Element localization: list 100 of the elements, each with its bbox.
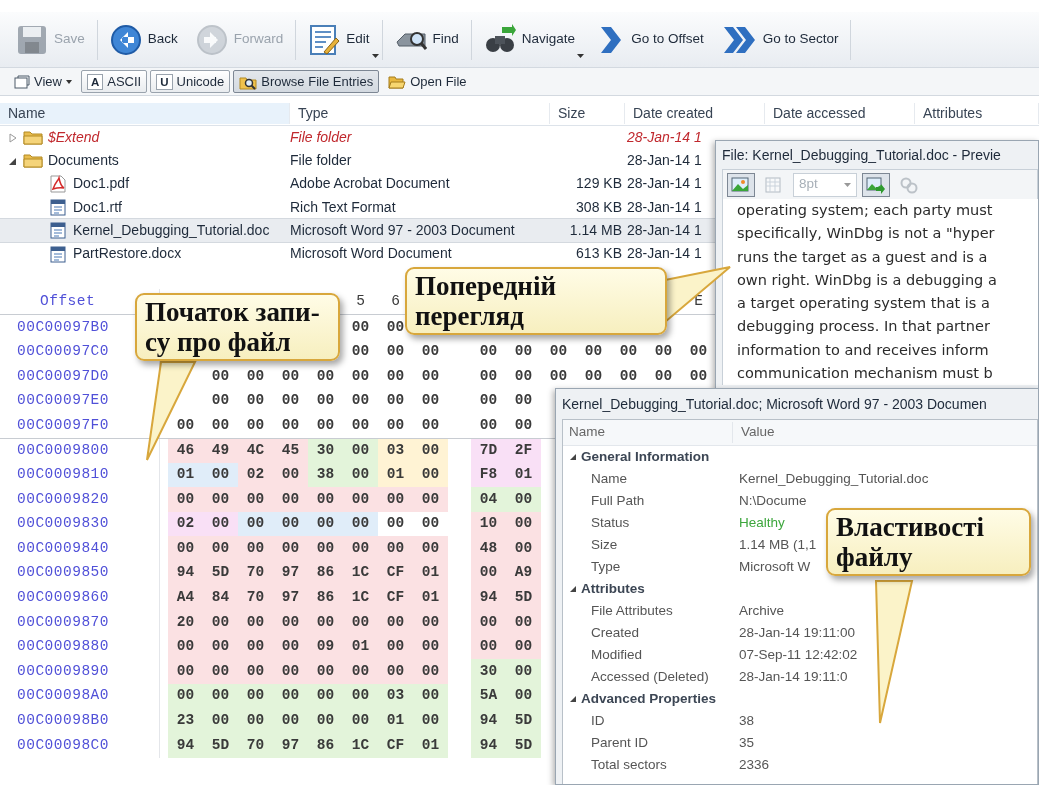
- hex-byte: 97: [273, 733, 308, 758]
- document-icon: [48, 198, 68, 217]
- hex-byte: 70: [238, 733, 273, 758]
- file-type: File folder: [290, 129, 352, 146]
- file-size: 308 KB: [576, 198, 622, 215]
- offset-label: 00C0009800: [17, 441, 109, 460]
- hex-byte: 84: [203, 585, 238, 611]
- text-line: a target operating system that is a: [737, 294, 991, 314]
- toggle-button[interactable]: A ASCII: [80, 69, 148, 94]
- toolbar-button[interactable]: Back: [103, 19, 184, 60]
- hex-byte: 00: [168, 659, 203, 685]
- callout: Початок запи- су про файл: [135, 293, 340, 361]
- property-name: Name: [591, 470, 627, 486]
- file-name[interactable]: $Extend: [48, 127, 100, 149]
- hex-byte: 00: [506, 487, 541, 512]
- file-name[interactable]: Documents: [48, 150, 119, 172]
- column-header[interactable]: Type: [290, 102, 550, 124]
- view-button[interactable]: View: [8, 69, 78, 94]
- collapsed-triangle-icon[interactable]: [8, 132, 18, 143]
- expanded-triangle-icon[interactable]: [569, 695, 577, 703]
- hex-byte: 94: [168, 733, 203, 758]
- hex-byte: 1C: [343, 585, 378, 611]
- expanded-triangle-icon[interactable]: [569, 453, 577, 461]
- hex-byte: 5D: [506, 733, 541, 758]
- column-header[interactable]: Name: [569, 424, 605, 440]
- file-type: Rich Text Format: [290, 198, 396, 215]
- hex-byte: 86: [308, 733, 343, 758]
- hex-byte: 00: [273, 684, 308, 709]
- hex-byte: 00: [513, 415, 534, 435]
- property-value: 2336: [739, 756, 770, 772]
- hex-byte: 00: [548, 342, 569, 362]
- property-name: Accessed (Deleted): [591, 668, 709, 684]
- column-header[interactable]: Attributes: [915, 102, 1039, 124]
- toolbar-button[interactable]: [727, 172, 755, 197]
- hex-byte: 94: [471, 585, 506, 611]
- hex-byte: 38: [308, 462, 343, 488]
- hex-byte: 02: [238, 462, 273, 488]
- column-header[interactable]: Date created: [625, 102, 765, 124]
- expanded-triangle-icon[interactable]: [569, 585, 577, 593]
- toolbar-button[interactable]: [862, 172, 890, 197]
- window-title: File: Kernel_Debugging_Tutorial.doc - Previe: [721, 145, 1002, 165]
- hex-byte: 00: [273, 708, 308, 734]
- hex-byte: 00: [308, 610, 343, 635]
- property-name: Status: [591, 514, 630, 530]
- hex-byte: 00: [343, 610, 378, 635]
- text-line: information to and receives inform: [737, 340, 990, 360]
- toggle-button[interactable]: Browse File Entries: [233, 69, 380, 94]
- file-size: 129 KB: [576, 175, 622, 192]
- offset-label: 00C0009830: [17, 514, 109, 534]
- hex-byte: 00: [350, 415, 371, 435]
- text-line: debugging process. In that partner: [737, 317, 991, 337]
- hex-byte: 01: [378, 708, 413, 734]
- hex-byte: 5A: [471, 684, 506, 709]
- column-header[interactable]: Value: [741, 424, 775, 440]
- hex-byte: 00: [688, 366, 709, 386]
- hex-byte: 00: [385, 514, 406, 534]
- hex-byte: 00: [273, 462, 308, 488]
- folder-icon: [23, 151, 43, 170]
- file-type: Adobe Acrobat Document: [290, 175, 450, 192]
- offset-label: 00C0009860: [17, 588, 109, 608]
- file-name[interactable]: Doc1.pdf: [73, 173, 130, 195]
- column-header[interactable]: Name: [0, 102, 290, 124]
- hex-byte: 70: [238, 561, 273, 586]
- toolbar-button[interactable]: Edit: [302, 19, 376, 60]
- window-title: Kernel_Debugging_Tutorial.doc; Microsoft Word 97 - 2003 Documen: [561, 394, 988, 414]
- hex-byte: 5D: [506, 708, 541, 734]
- column-header[interactable]: Size: [550, 102, 625, 124]
- hex-byte: 00: [245, 415, 266, 435]
- hex-byte: 00: [203, 536, 238, 562]
- hex-byte: 00: [343, 659, 378, 685]
- column-header[interactable]: Date accessed: [765, 102, 915, 124]
- property-value: Microsoft W: [739, 558, 811, 574]
- toolbar-button[interactable]: Go to Sector: [715, 19, 845, 60]
- hex-byte: 00: [273, 536, 308, 562]
- caret-icon: [577, 53, 585, 58]
- hex-byte: 00: [506, 659, 541, 685]
- hex-byte: 00: [420, 342, 441, 362]
- hex-byte: 00: [413, 708, 448, 734]
- toolbar-button[interactable]: Navigate: [477, 19, 582, 60]
- hex-byte: 00: [238, 684, 273, 709]
- hex-byte: 00: [315, 366, 336, 386]
- toolbar-button[interactable]: Go to Offset: [587, 19, 710, 60]
- file-name[interactable]: Doc1.rtf: [73, 196, 122, 218]
- hex-byte: 00: [378, 487, 413, 512]
- hex-byte: 00: [238, 610, 273, 635]
- toggle-button[interactable]: U Unicode: [150, 69, 231, 94]
- hex-byte: 00: [175, 415, 196, 435]
- offset-label: 00C0009840: [17, 538, 109, 558]
- hex-byte: 00: [471, 634, 506, 660]
- offset-label: 00C0009850: [17, 563, 109, 583]
- file-name[interactable]: Kernel_Debugging_Tutorial.doc: [73, 219, 270, 241]
- property-name: Created: [591, 624, 640, 640]
- file-name[interactable]: PartRestore.docx: [73, 243, 182, 265]
- open-file-button[interactable]: Open File: [382, 69, 473, 94]
- file-type: Microsoft Word Document: [290, 245, 452, 262]
- toolbar-button[interactable]: Find: [388, 19, 465, 60]
- hex-byte: 00: [478, 415, 499, 435]
- hex-byte: 00: [238, 659, 273, 685]
- hex-byte: F8: [471, 462, 506, 488]
- offset-label: 00C0009810: [17, 465, 109, 485]
